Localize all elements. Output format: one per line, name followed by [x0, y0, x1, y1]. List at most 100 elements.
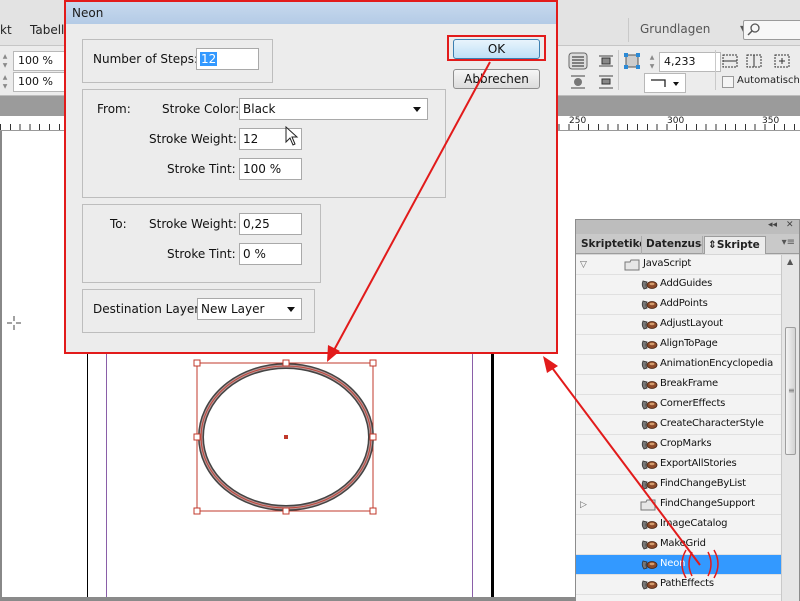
steps-input[interactable]: 12	[196, 48, 259, 70]
script-item-label: AnimationEncyclopedia	[660, 358, 774, 369]
script-item[interactable]: MakeGrid	[576, 535, 781, 555]
panel-tabs: Skriptetiket Datenzusam ⇕Skripte ▾≡	[576, 234, 799, 254]
to-stroke-tint-input[interactable]: 0 %	[239, 243, 302, 265]
handle-bottom-left[interactable]	[193, 507, 201, 515]
fit-content-to-frame-icon[interactable]	[744, 52, 764, 70]
script-icon	[640, 579, 658, 594]
script-item-label: AdjustLayout	[660, 318, 723, 329]
scale-x-field[interactable]: 100 %	[13, 51, 69, 71]
script-icon	[640, 459, 658, 474]
script-item-label: CropMarks	[660, 438, 712, 449]
auto-fit-checkbox[interactable]	[722, 76, 734, 88]
handle-top-left[interactable]	[193, 359, 201, 367]
tab-datenzusammenfuehrung[interactable]: Datenzusam	[643, 236, 703, 254]
script-icon	[640, 359, 658, 374]
collapse-panel-icon[interactable]: ◂◂	[768, 220, 777, 230]
folder-row-javascript[interactable]: ▽ JavaScript	[576, 255, 781, 275]
scripts-scrollbar[interactable]: ▲ ≡	[781, 255, 799, 601]
script-item-label: Neon	[660, 558, 686, 569]
script-item[interactable]: BreakFrame	[576, 375, 781, 395]
neon-dialog: Neon Number of Steps: 12 From: Stroke Co…	[64, 0, 558, 354]
script-item[interactable]: AnimationEncyclopedia	[576, 355, 781, 375]
wrap-jump-object-icon[interactable]	[596, 73, 616, 91]
from-stroke-weight-label: Stroke Weight:	[149, 132, 237, 146]
scripts-panel: ◂◂ ✕ Skriptetiket Datenzusam ⇕Skripte ▾≡…	[575, 219, 800, 601]
tab-skriptetikett[interactable]: Skriptetiket	[578, 236, 642, 254]
to-stroke-weight-input[interactable]: 0,25	[239, 213, 302, 235]
page-edge-right	[491, 354, 494, 600]
script-item[interactable]: AlignToPage	[576, 335, 781, 355]
from-stroke-tint-input[interactable]: 100 %	[239, 158, 302, 180]
cancel-button[interactable]: Abbrechen	[453, 69, 540, 89]
script-item[interactable]: CropMarks	[576, 435, 781, 455]
close-icon[interactable]: ✕	[786, 220, 794, 230]
expand-triangle-icon[interactable]: ▽	[580, 260, 587, 270]
panel-header: ◂◂ ✕	[576, 220, 799, 234]
script-item[interactable]: AddGuides	[576, 275, 781, 295]
center-content-icon[interactable]	[772, 52, 792, 70]
expand-triangle-icon[interactable]: ▷	[580, 500, 587, 510]
to-label: To:	[110, 217, 127, 231]
tab-skripte-label: Skripte	[716, 239, 760, 251]
frame-fit-icon[interactable]	[622, 52, 642, 70]
handle-bottom-center[interactable]	[282, 507, 290, 515]
scroll-thumb[interactable]: ≡	[785, 327, 796, 455]
workspace-switcher[interactable]: Grundlagen	[640, 22, 710, 36]
scale-y-field[interactable]: 100 %	[13, 72, 69, 92]
search-icon	[747, 23, 760, 36]
handle-middle-left[interactable]	[193, 433, 201, 441]
script-item[interactable]: ▷ FindChangeSupport	[576, 495, 781, 515]
chevron-down-icon	[413, 107, 421, 112]
handle-top-center[interactable]	[282, 359, 290, 367]
to-stroke-tint-label: Stroke Tint:	[167, 247, 236, 261]
destination-layer-dropdown[interactable]: New Layer	[197, 298, 302, 320]
wrap-none-icon[interactable]	[568, 52, 588, 70]
script-item[interactable]: AddPoints	[576, 295, 781, 315]
search-input[interactable]	[743, 20, 800, 40]
script-item-label: FindChangeSupport	[660, 498, 755, 509]
script-item-label: AddPoints	[660, 298, 708, 309]
corner-shape-dropdown[interactable]	[644, 73, 686, 93]
steps-group: Number of Steps: 12	[82, 39, 273, 83]
panel-menu-icon[interactable]: ▾≡	[782, 237, 795, 248]
scale-x-stepper[interactable]: ▲ ▼	[0, 52, 10, 70]
script-item[interactable]: PathEffects	[576, 575, 781, 595]
handle-bottom-right[interactable]	[369, 507, 377, 515]
script-item-label: ExportAllStories	[660, 458, 737, 469]
selected-ellipse[interactable]	[190, 358, 384, 518]
offset-field[interactable]: 4,233 mm	[659, 52, 721, 86]
script-icon	[640, 519, 658, 534]
fit-frame-to-content-icon[interactable]	[720, 52, 740, 70]
tab-skripte[interactable]: ⇕Skripte	[704, 236, 766, 254]
chevron-down-icon	[287, 307, 295, 312]
divider	[715, 50, 716, 90]
script-item[interactable]: CornerEffects	[576, 395, 781, 415]
script-item[interactable]: ExportAllStories	[576, 455, 781, 475]
menu-objekt[interactable]: kt	[0, 23, 12, 37]
script-icon	[640, 299, 658, 314]
script-icon	[640, 319, 658, 334]
script-icon	[640, 479, 658, 494]
ok-button-annotation	[447, 35, 546, 61]
script-item[interactable]: AdjustLayout	[576, 315, 781, 335]
script-item-label: CornerEffects	[660, 398, 726, 409]
scroll-up-icon[interactable]: ▲	[787, 257, 793, 266]
handle-top-right[interactable]	[369, 359, 377, 367]
folder-icon	[624, 259, 640, 271]
destination-group: Destination Layer: New Layer	[82, 289, 315, 333]
wrap-bounding-box-icon[interactable]	[596, 52, 616, 70]
handle-middle-right[interactable]	[369, 433, 377, 441]
corner-shape-icon	[651, 79, 679, 87]
stroke-color-dropdown[interactable]: Black	[239, 98, 428, 120]
script-item[interactable]: ImageCatalog	[576, 515, 781, 535]
script-item[interactable]: Neon	[576, 555, 781, 575]
script-item[interactable]: CreateCharacterStyle	[576, 415, 781, 435]
script-icon	[640, 559, 658, 574]
scale-y-stepper[interactable]: ▲ ▼	[0, 73, 10, 91]
script-icon	[640, 399, 658, 414]
script-item-label: FindChangeByList	[660, 478, 746, 489]
script-item[interactable]: FindChangeByList	[576, 475, 781, 495]
script-icon	[640, 539, 658, 554]
offset-stepper[interactable]: ▲ ▼	[647, 53, 657, 71]
wrap-object-shape-icon[interactable]	[568, 73, 588, 91]
